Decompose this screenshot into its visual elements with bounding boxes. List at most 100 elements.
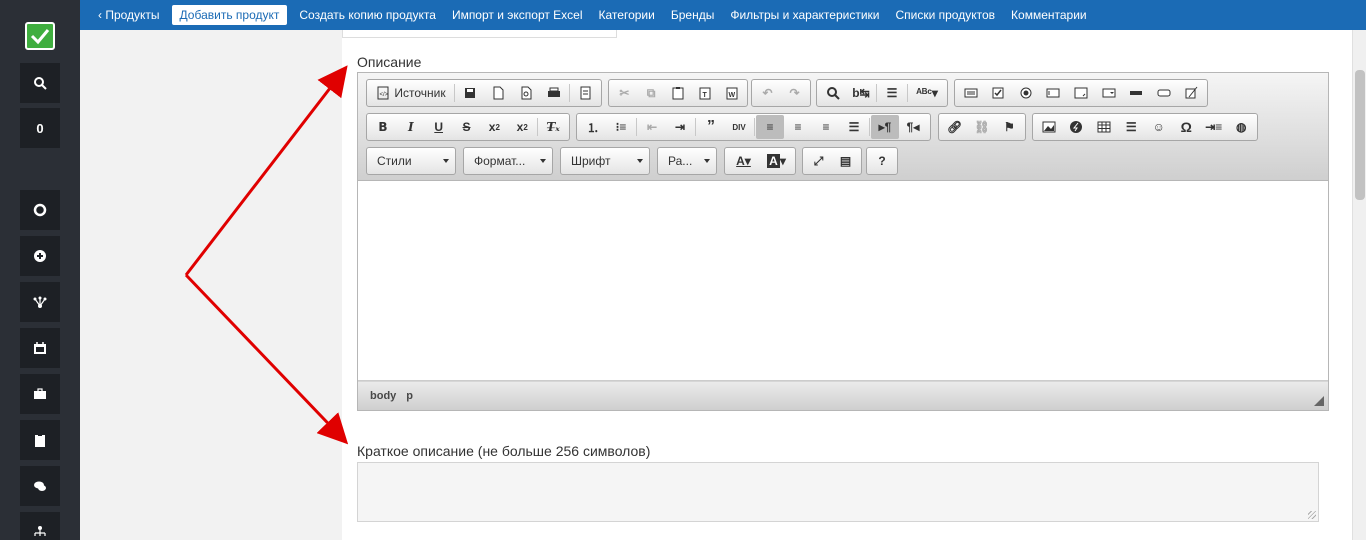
search-icon[interactable] xyxy=(20,63,60,103)
cut-icon[interactable]: ✂ xyxy=(611,81,638,105)
subscript-icon[interactable]: x2 xyxy=(480,115,508,139)
page-scrollbar[interactable] xyxy=(1352,30,1366,540)
scrollbar-thumb[interactable] xyxy=(1355,70,1365,200)
print-icon[interactable] xyxy=(540,81,568,105)
path-p-tag[interactable]: p xyxy=(406,390,413,402)
show-blocks-icon[interactable]: ▤ xyxy=(832,149,859,173)
table-icon[interactable] xyxy=(1090,115,1118,139)
clipboard-icon[interactable] xyxy=(20,420,60,460)
spellcheck-icon[interactable]: ᴬᴮᶜ▾ xyxy=(909,81,945,105)
align-right-icon[interactable]: ≡ xyxy=(812,115,840,139)
sidebar: 0 xyxy=(0,0,80,540)
nav-add-product-tab[interactable]: Добавить продукт xyxy=(171,5,288,25)
textarea-resize-grip[interactable] xyxy=(1308,511,1316,519)
bulleted-list-icon[interactable]: ⁝≡ xyxy=(607,115,635,139)
short-description-label: Краткое описание (не больше 256 символов… xyxy=(357,443,651,459)
source-button[interactable]: </> Источник xyxy=(369,81,453,105)
forms-group xyxy=(954,79,1208,107)
select-all-icon[interactable]: ☰ xyxy=(878,81,906,105)
button-field-icon[interactable] xyxy=(1122,81,1150,105)
unlink-icon[interactable]: ⛓︎ xyxy=(968,115,995,139)
paste-icon[interactable] xyxy=(665,81,692,105)
underline-icon[interactable]: U xyxy=(425,115,453,139)
counter-badge[interactable]: 0 xyxy=(20,108,60,148)
image-icon[interactable] xyxy=(1035,115,1063,139)
anchor-flag-icon[interactable]: ⚑ xyxy=(996,115,1023,139)
remove-format-icon[interactable]: T̶ₓ xyxy=(539,115,567,139)
lifebuoy-icon[interactable] xyxy=(20,190,60,230)
checkbox-icon[interactable] xyxy=(985,81,1013,105)
format-combo[interactable]: Формат... xyxy=(463,147,553,175)
link-icon[interactable]: 🔗︎ xyxy=(941,115,968,139)
org-chart-icon[interactable] xyxy=(20,512,60,540)
indent-icon[interactable]: ⇥ xyxy=(666,115,694,139)
text-field-icon[interactable] xyxy=(1040,81,1068,105)
hidden-field-icon[interactable] xyxy=(1178,81,1206,105)
image-button-icon[interactable] xyxy=(1150,81,1178,105)
bold-icon[interactable]: B xyxy=(369,115,397,139)
undo-icon[interactable]: ↶ xyxy=(754,81,781,105)
radio-icon[interactable] xyxy=(1012,81,1040,105)
preview-icon[interactable] xyxy=(512,81,540,105)
align-left-icon[interactable]: ≡ xyxy=(756,115,784,139)
editor-resize-handle[interactable] xyxy=(1314,396,1324,406)
paste-text-icon[interactable]: T xyxy=(691,81,718,105)
background-color-icon[interactable]: A ▾ xyxy=(760,149,793,173)
help-icon[interactable]: ? xyxy=(869,149,895,173)
comments-icon[interactable] xyxy=(20,466,60,506)
copy-icon[interactable]: ⧉ xyxy=(638,81,665,105)
nav-categories-link[interactable]: Категории xyxy=(591,5,663,25)
short-description-textarea[interactable] xyxy=(357,462,1319,522)
font-combo[interactable]: Шрифт xyxy=(560,147,650,175)
outdent-icon[interactable]: ⇤ xyxy=(638,115,666,139)
flash-icon[interactable] xyxy=(1063,115,1091,139)
align-center-icon[interactable]: ≡ xyxy=(784,115,812,139)
calendar-icon[interactable] xyxy=(20,328,60,368)
smiley-icon[interactable]: ☺ xyxy=(1145,115,1173,139)
rtl-icon[interactable]: ¶◂ xyxy=(899,115,927,139)
format-combo-label: Формат... xyxy=(474,154,526,168)
page-break-icon[interactable]: ⇥≡ xyxy=(1200,115,1228,139)
textarea-icon[interactable] xyxy=(1067,81,1095,105)
new-page-icon[interactable] xyxy=(484,81,512,105)
styles-combo[interactable]: Стили xyxy=(366,147,456,175)
separator xyxy=(537,118,539,136)
nav-brands-link[interactable]: Бренды xyxy=(663,5,722,25)
editor-content-area[interactable] xyxy=(358,181,1328,381)
text-color-icon[interactable]: A▾ xyxy=(727,149,760,173)
replace-icon[interactable]: b↹ xyxy=(847,81,875,105)
div-container-icon[interactable]: DIV xyxy=(725,115,753,139)
iframe-globe-icon[interactable]: ◍ xyxy=(1228,115,1256,139)
redo-icon[interactable]: ↷ xyxy=(781,81,808,105)
links-group: 🔗︎ ⛓︎ ⚑ xyxy=(938,113,1026,141)
form-icon[interactable] xyxy=(957,81,985,105)
nav-filters-link[interactable]: Фильтры и характеристики xyxy=(722,5,887,25)
find-icon[interactable] xyxy=(819,81,847,105)
italic-icon[interactable]: I xyxy=(397,115,425,139)
nav-copy-product-link[interactable]: Создать копию продукта xyxy=(291,5,444,25)
special-char-icon[interactable]: Ω xyxy=(1173,115,1201,139)
select-field-icon[interactable] xyxy=(1095,81,1123,105)
plus-circle-icon[interactable] xyxy=(20,236,60,276)
align-justify-icon[interactable]: ☰ xyxy=(840,115,868,139)
ltr-icon[interactable]: ▸¶ xyxy=(871,115,899,139)
superscript-icon[interactable]: x2 xyxy=(508,115,536,139)
blockquote-icon[interactable]: ” xyxy=(697,115,725,139)
save-icon[interactable] xyxy=(456,81,484,105)
horizontal-rule-icon[interactable]: ☰ xyxy=(1118,115,1146,139)
logo-check-icon[interactable] xyxy=(25,22,55,50)
separator xyxy=(907,84,908,102)
briefcase-icon[interactable] xyxy=(20,374,60,414)
size-combo[interactable]: Ра... xyxy=(657,147,717,175)
path-body-tag[interactable]: body xyxy=(370,390,396,402)
templates-icon[interactable] xyxy=(571,81,599,105)
nav-comments-link[interactable]: Комментарии xyxy=(1003,5,1095,25)
nav-product-lists-link[interactable]: Списки продуктов xyxy=(887,5,1003,25)
numbered-list-icon[interactable]: ⒈ xyxy=(579,115,607,139)
maximize-icon[interactable]: ⤢ xyxy=(805,149,832,173)
nav-import-export-link[interactable]: Импорт и экспорт Excel xyxy=(444,5,591,25)
nav-products-back-link[interactable]: ‹ Продукты xyxy=(90,5,168,25)
paste-word-icon[interactable]: W xyxy=(718,81,745,105)
sitemap-icon[interactable] xyxy=(20,282,60,322)
strikethrough-icon[interactable]: S xyxy=(453,115,481,139)
